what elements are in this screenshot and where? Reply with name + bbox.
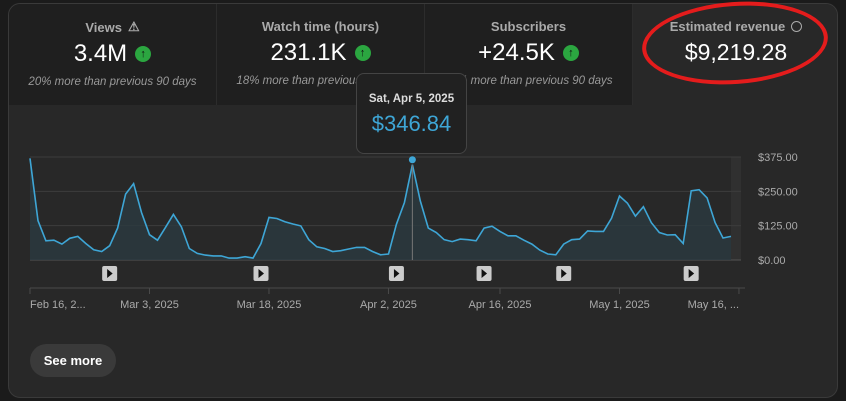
- y-tick-label: $125.00: [758, 221, 798, 233]
- y-tick-label: $0.00: [758, 255, 786, 267]
- video-marker[interactable]: [253, 266, 269, 281]
- x-tick-label: Apr 16, 2025: [468, 299, 531, 311]
- y-tick-label: $250.00: [758, 186, 798, 198]
- y-tick-label: $375.00: [758, 152, 798, 164]
- x-tick-label: Mar 18, 2025: [237, 299, 302, 311]
- tooltip-value: $346.84: [371, 111, 452, 136]
- see-more-button[interactable]: See more: [30, 344, 116, 377]
- future-shade: [731, 157, 741, 260]
- video-marker[interactable]: [556, 266, 572, 281]
- x-tick-label: May 1, 2025: [589, 299, 650, 311]
- video-marker[interactable]: [683, 266, 699, 281]
- highlight-point: [408, 156, 416, 164]
- video-marker[interactable]: [476, 266, 492, 281]
- tooltip-date: Sat, Apr 5, 2025: [368, 93, 455, 105]
- video-marker[interactable]: [102, 266, 118, 281]
- x-tick-label: Mar 3, 2025: [120, 299, 179, 311]
- video-marker[interactable]: [388, 266, 404, 281]
- revenue-chart: $0.00 $125.00 $250.00 $375.00 Feb 16, 2... Ma…: [29, 152, 798, 311]
- x-tick-label: Apr 2, 2025: [360, 299, 417, 311]
- chart-tooltip: Sat, Apr 5, 2025 $346.84: [356, 73, 467, 154]
- x-tick-label: May 16, ...: [688, 299, 739, 311]
- area-fill: [30, 158, 731, 260]
- x-tick-label: Feb 16, 2...: [30, 299, 86, 311]
